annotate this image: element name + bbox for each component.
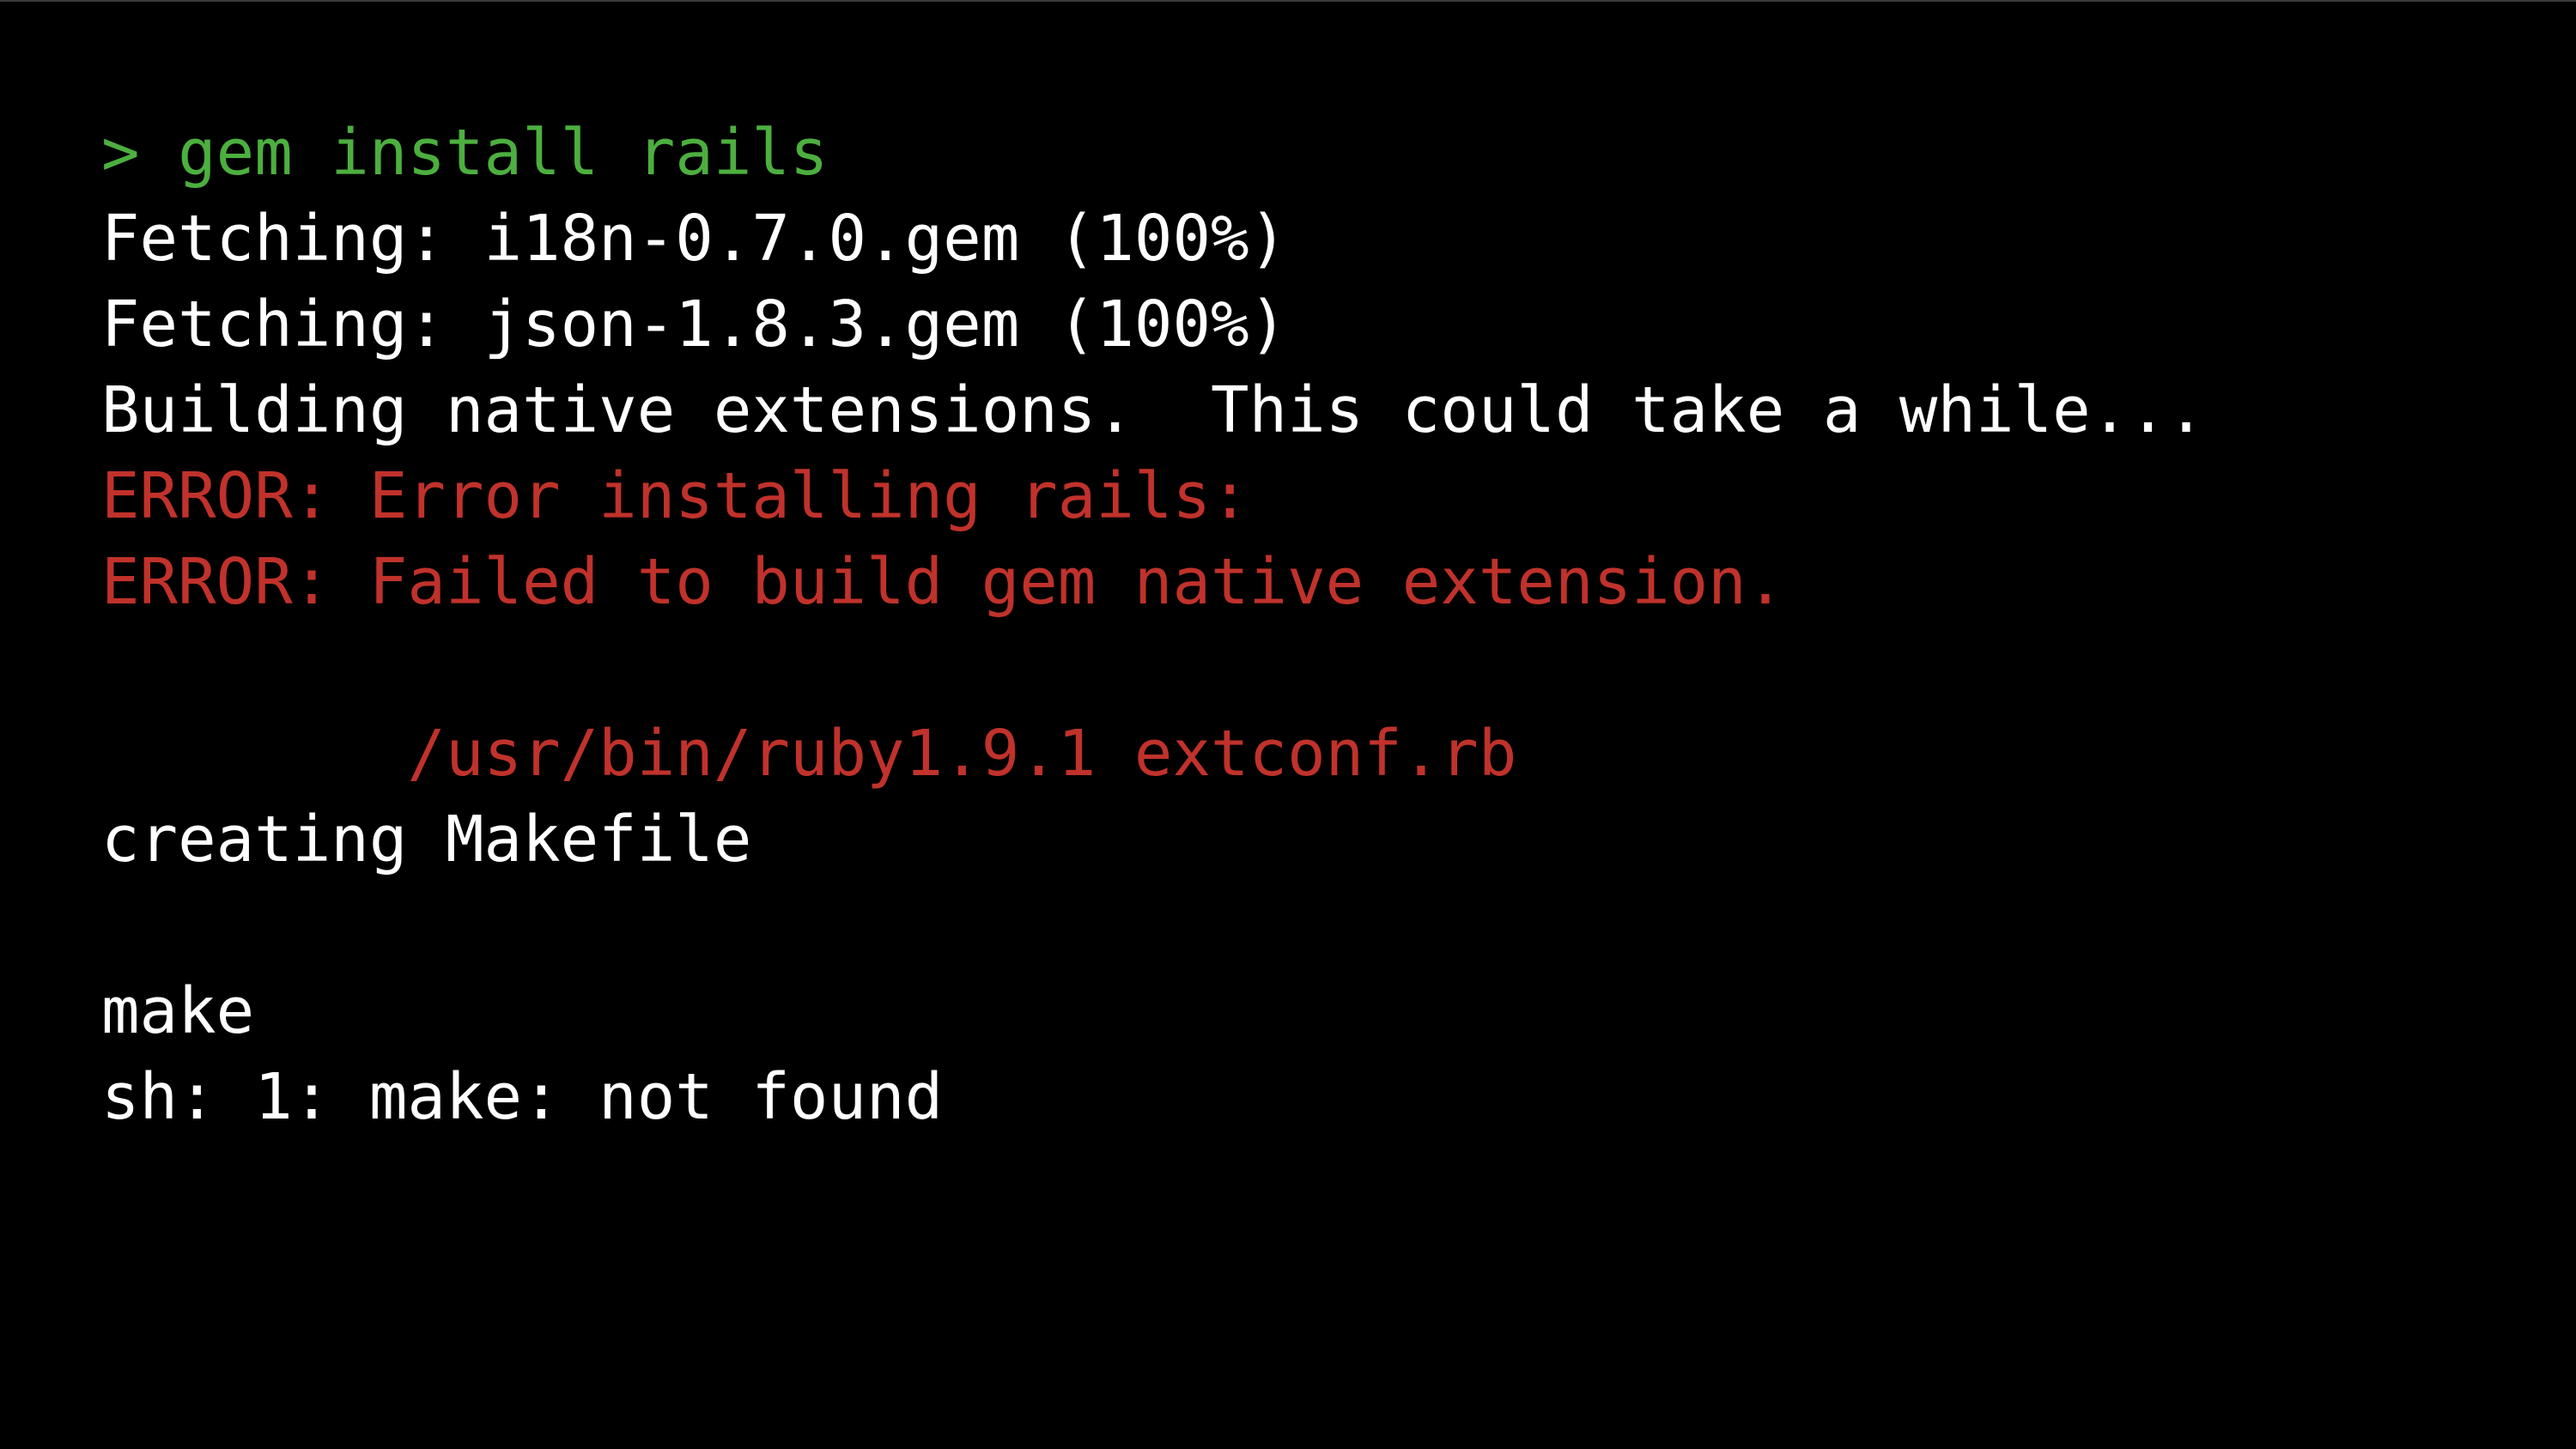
terminal-output[interactable]: > gem install rails Fetching: i18n-0.7.0.… — [101, 110, 2205, 1140]
output-line-building: Building native extensions. This could t… — [101, 373, 2206, 447]
error-line-native-extension: ERROR: Failed to build gem native extens… — [101, 545, 1785, 619]
error-line-installing: ERROR: Error installing rails: — [101, 459, 1249, 533]
output-line-fetching-json: Fetching: json-1.8.3.gem (100%) — [101, 288, 1288, 361]
error-line-extconf: /usr/bin/ruby1.9.1 extconf.rb — [101, 717, 1517, 791]
terminal-window: > gem install rails Fetching: i18n-0.7.0.… — [0, 0, 2576, 1449]
output-line-make: make — [101, 974, 255, 1048]
command-line: > gem install rails — [101, 116, 829, 190]
window-top-border — [0, 0, 2576, 2]
output-line-fetching-i18n: Fetching: i18n-0.7.0.gem (100%) — [101, 202, 1288, 276]
output-line-makefile: creating Makefile — [101, 803, 752, 876]
output-line-make-not-found: sh: 1: make: not found — [101, 1060, 944, 1134]
